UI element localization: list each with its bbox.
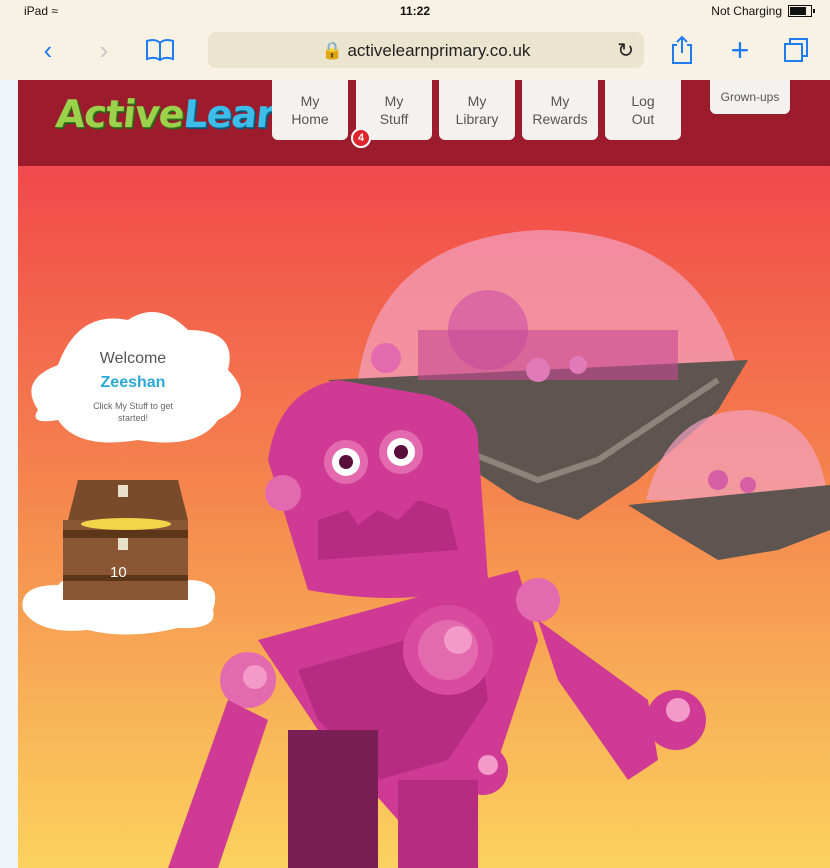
forward-icon[interactable]: › <box>86 30 122 70</box>
tabs-icon[interactable] <box>778 30 814 70</box>
url-text: 🔒 activelearnprimary.co.uk <box>208 41 644 61</box>
battery-icon <box>788 5 815 17</box>
reload-icon[interactable]: ↻ <box>617 38 634 63</box>
url-value: activelearnprimary.co.uk <box>347 41 531 60</box>
background-illustration <box>22 230 830 868</box>
user-name: Zeeshan <box>100 374 166 391</box>
url-bar[interactable]: 🔒 activelearnprimary.co.uk ↻ <box>208 32 644 68</box>
share-icon[interactable] <box>664 30 700 70</box>
welcome-hint: Click My Stuff to get started! <box>93 401 173 423</box>
coin-count: 10 <box>110 564 127 581</box>
ios-status-bar: iPad ≈ 11:22 Not Charging <box>0 0 830 22</box>
new-tab-icon[interactable]: + <box>722 30 758 70</box>
back-icon[interactable]: ‹ <box>30 30 66 70</box>
bookmarks-icon[interactable] <box>142 30 178 70</box>
clock: 11:22 <box>399 4 431 18</box>
battery-status: Not Charging <box>711 4 815 18</box>
web-page: ActiveLearn My Home My Stuff My Library My R… <box>18 80 830 868</box>
welcome-title: Welcome <box>99 350 167 367</box>
battery-text: Not Charging <box>711 4 782 18</box>
lock-icon: 🔒 <box>321 41 343 60</box>
treasure-chest[interactable] <box>63 480 188 600</box>
welcome-message: Welcome Zeeshan Click My Stuff to get st… <box>18 350 248 424</box>
